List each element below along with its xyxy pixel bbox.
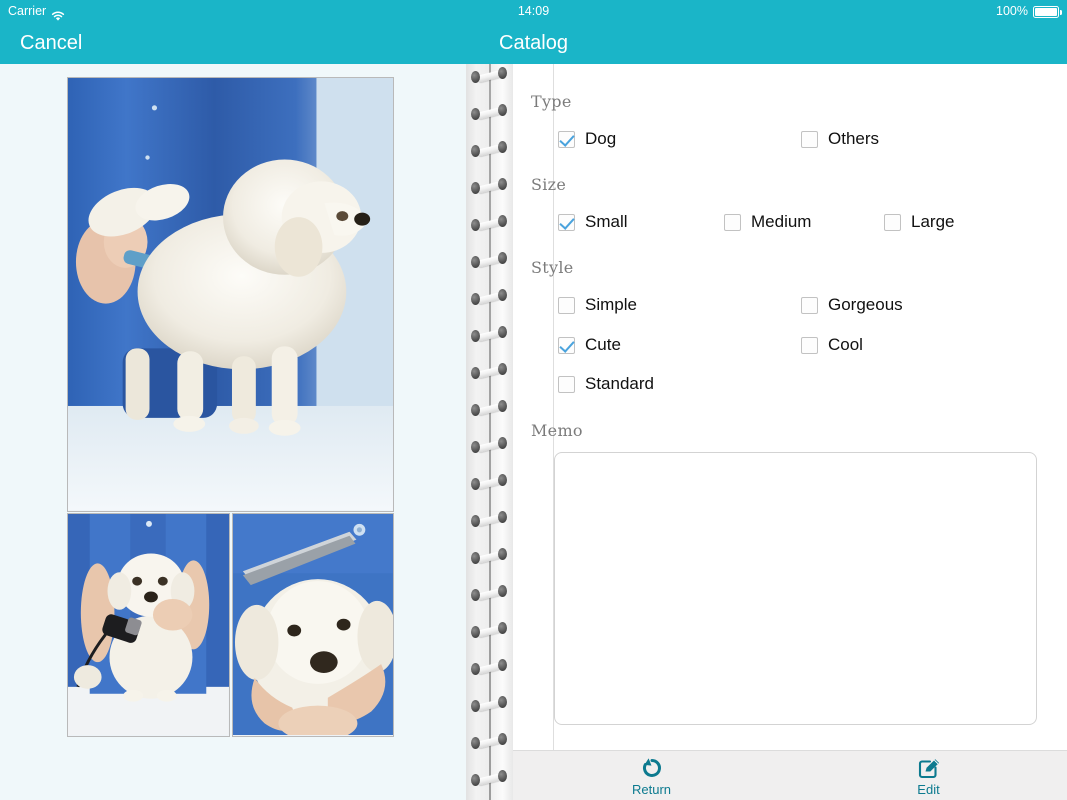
status-bar-right: 100% bbox=[996, 0, 1059, 22]
page-title: Catalog bbox=[0, 22, 1067, 64]
photo-thumbnail-row bbox=[67, 513, 394, 737]
checkbox-large[interactable]: Large bbox=[884, 212, 954, 232]
spiral-ring bbox=[470, 440, 508, 453]
checkbox-large-label: Large bbox=[911, 212, 954, 232]
edit-button-label: Edit bbox=[917, 782, 939, 797]
checkbox-dog[interactable]: Dog bbox=[558, 129, 616, 149]
spiral-binding bbox=[466, 64, 513, 800]
catalog-form: Type Dog Others Size Small Medium bbox=[513, 64, 1067, 750]
spiral-ring bbox=[470, 551, 508, 564]
spiral-ring bbox=[470, 699, 508, 712]
spiral-ring bbox=[470, 514, 508, 527]
checkbox-dog-box[interactable] bbox=[558, 131, 575, 148]
checkbox-cute[interactable]: Cute bbox=[558, 335, 621, 355]
spiral-spine-line bbox=[489, 64, 491, 800]
status-bar-clock: 14:09 bbox=[0, 0, 1067, 22]
checkbox-small-label: Small bbox=[585, 212, 628, 232]
section-label-size: Size bbox=[531, 175, 566, 194]
checkbox-simple-label: Simple bbox=[585, 295, 637, 315]
photo-thumb-1-image bbox=[68, 514, 229, 735]
battery-percent-label: 100% bbox=[996, 0, 1028, 22]
return-button[interactable]: Return bbox=[513, 751, 790, 800]
spiral-ring bbox=[470, 218, 508, 231]
checkbox-small[interactable]: Small bbox=[558, 212, 628, 232]
spiral-ring bbox=[470, 477, 508, 490]
spiral-ring bbox=[470, 773, 508, 786]
checkbox-cool-label: Cool bbox=[828, 335, 863, 355]
navigation-bar: Cancel Catalog bbox=[0, 22, 1067, 64]
checkbox-cool[interactable]: Cool bbox=[801, 335, 863, 355]
photo-panel bbox=[0, 64, 466, 800]
app-root: Carrier 14:09 100% Cancel Catalog bbox=[0, 0, 1067, 800]
checkbox-gorgeous-label: Gorgeous bbox=[828, 295, 903, 315]
photo-main-image bbox=[68, 78, 393, 510]
checkbox-large-box[interactable] bbox=[884, 214, 901, 231]
checkbox-cute-box[interactable] bbox=[558, 337, 575, 354]
spiral-ring bbox=[470, 181, 508, 194]
edit-button[interactable]: Edit bbox=[790, 751, 1067, 800]
checkbox-small-box[interactable] bbox=[558, 214, 575, 231]
spiral-ring bbox=[470, 736, 508, 749]
spiral-ring bbox=[470, 625, 508, 638]
checkbox-simple-box[interactable] bbox=[558, 297, 575, 314]
spiral-ring bbox=[470, 403, 508, 416]
checkbox-standard[interactable]: Standard bbox=[558, 374, 654, 394]
checkbox-medium-box[interactable] bbox=[724, 214, 741, 231]
photo-thumb-2-image bbox=[233, 514, 393, 735]
section-label-type: Type bbox=[531, 92, 572, 111]
checkbox-others-label: Others bbox=[828, 129, 879, 149]
photo-thumb-1[interactable] bbox=[67, 513, 230, 737]
form-panel: Type Dog Others Size Small Medium bbox=[513, 64, 1067, 800]
spiral-ring bbox=[470, 70, 508, 83]
spiral-ring bbox=[470, 107, 508, 120]
photo-main[interactable] bbox=[67, 77, 394, 512]
spiral-ring bbox=[470, 144, 508, 157]
checkbox-others-box[interactable] bbox=[801, 131, 818, 148]
spiral-ring bbox=[470, 255, 508, 268]
spiral-ring bbox=[470, 329, 508, 342]
memo-input[interactable] bbox=[554, 452, 1037, 725]
status-bar: Carrier 14:09 100% bbox=[0, 0, 1067, 22]
checkbox-medium-label: Medium bbox=[751, 212, 811, 232]
photo-thumb-2[interactable] bbox=[232, 513, 394, 737]
undo-arrow-icon bbox=[639, 755, 665, 781]
checkbox-gorgeous[interactable]: Gorgeous bbox=[801, 295, 903, 315]
checkbox-standard-box[interactable] bbox=[558, 376, 575, 393]
spiral-ring bbox=[470, 292, 508, 305]
checkbox-others[interactable]: Others bbox=[801, 129, 879, 149]
checkbox-cool-box[interactable] bbox=[801, 337, 818, 354]
checkbox-gorgeous-box[interactable] bbox=[801, 297, 818, 314]
battery-icon bbox=[1033, 6, 1059, 18]
bottom-toolbar: Return Edit bbox=[513, 750, 1067, 800]
checkbox-medium[interactable]: Medium bbox=[724, 212, 811, 232]
checkbox-dog-label: Dog bbox=[585, 129, 616, 149]
section-label-memo: Memo bbox=[531, 421, 583, 440]
spiral-ring bbox=[470, 366, 508, 379]
section-label-style: Style bbox=[531, 258, 574, 277]
pencil-square-icon bbox=[916, 755, 942, 781]
checkbox-simple[interactable]: Simple bbox=[558, 295, 637, 315]
return-button-label: Return bbox=[632, 782, 671, 797]
content-area: Type Dog Others Size Small Medium bbox=[0, 64, 1067, 800]
checkbox-standard-label: Standard bbox=[585, 374, 654, 394]
checkbox-cute-label: Cute bbox=[585, 335, 621, 355]
spiral-ring bbox=[470, 662, 508, 675]
spiral-ring bbox=[470, 588, 508, 601]
